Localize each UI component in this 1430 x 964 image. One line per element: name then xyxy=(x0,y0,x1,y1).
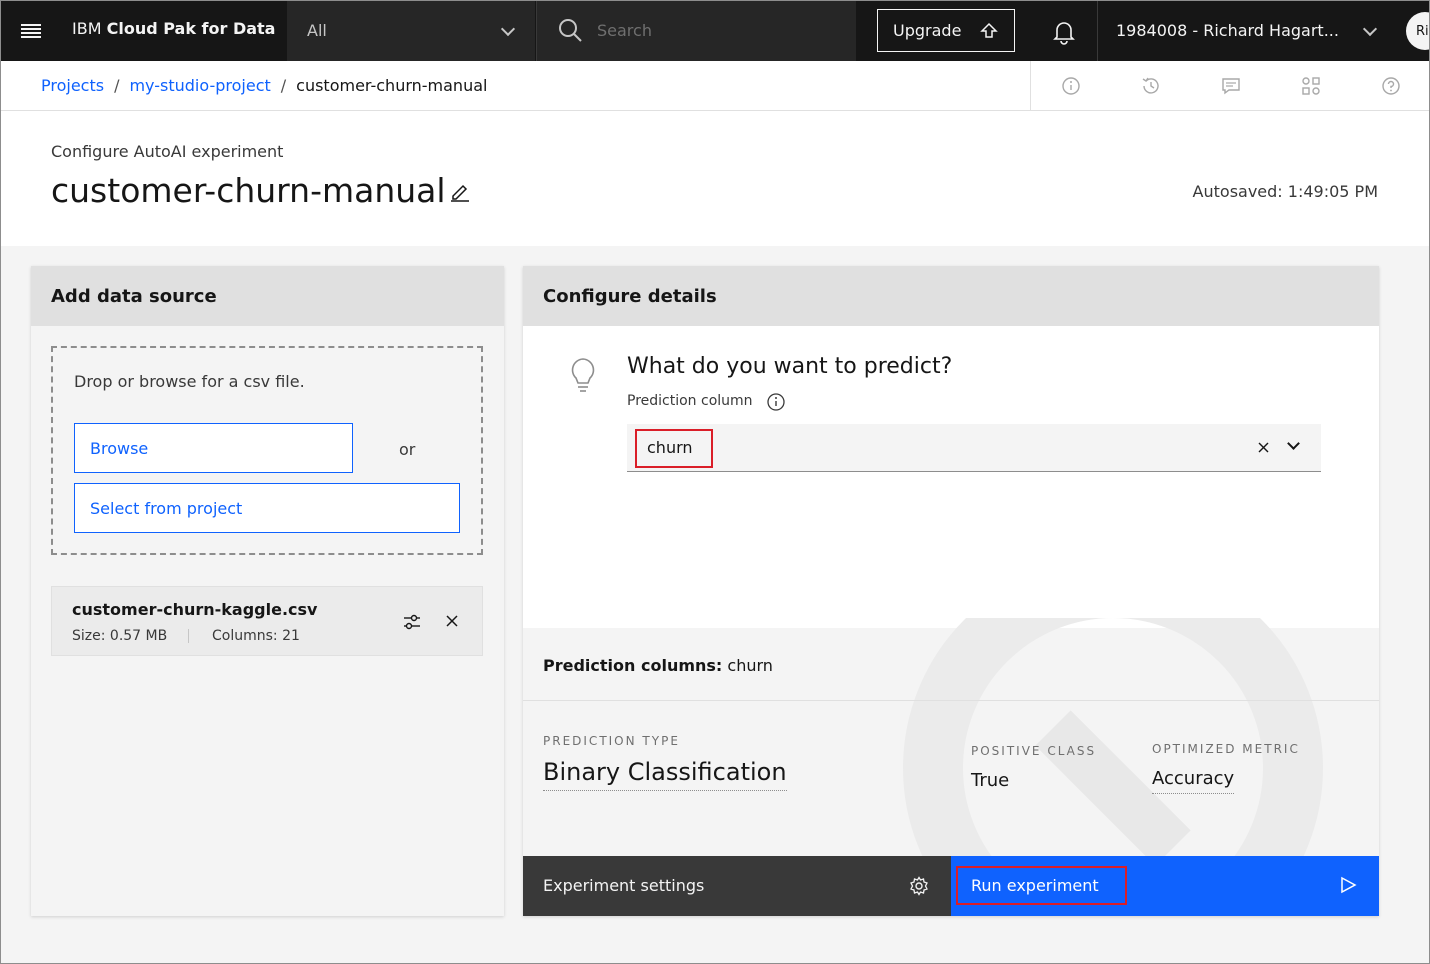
gear-icon xyxy=(910,876,928,896)
close-icon[interactable] xyxy=(445,614,459,628)
configure-details-panel: Configure details What do you want to pr… xyxy=(523,266,1379,916)
breadcrumb-separator: / xyxy=(280,76,287,95)
browse-button[interactable]: Browse xyxy=(74,423,353,473)
page-title: customer-churn-manual xyxy=(51,171,446,210)
lightbulb-icon xyxy=(571,358,595,392)
annotation-highlight xyxy=(635,429,713,468)
upgrade-button[interactable]: Upgrade xyxy=(877,9,1015,52)
notification-bell-icon[interactable] xyxy=(1050,18,1078,46)
account-label: 1984008 - Richard Hagart... xyxy=(1116,21,1339,40)
chevron-down-icon xyxy=(500,21,516,37)
product-name[interactable]: IBM Cloud Pak for Data xyxy=(72,19,275,38)
comment-icon[interactable] xyxy=(1220,75,1242,97)
breadcrumb-current: customer-churn-manual xyxy=(296,76,488,95)
search-input[interactable]: Search xyxy=(597,21,652,40)
prediction-type-label: PREDICTION TYPE xyxy=(543,734,680,748)
file-name: customer-churn-kaggle.csv xyxy=(72,600,318,619)
file-columns: Columns: 21 xyxy=(212,628,300,644)
prediction-columns-summary: Prediction columns: churn xyxy=(543,656,773,675)
data-file-card: customer-churn-kaggle.csv Size: 0.57 MB … xyxy=(51,586,483,656)
experiment-settings-button[interactable]: Experiment settings xyxy=(523,856,951,916)
breadcrumb-projects[interactable]: Projects xyxy=(41,76,104,95)
chevron-down-icon[interactable] xyxy=(1287,437,1300,450)
global-search[interactable]: Search xyxy=(536,0,856,61)
summary-value: churn xyxy=(722,656,773,675)
upgrade-button-label: Upgrade xyxy=(893,21,962,40)
breadcrumb-bar: Projects / my-studio-project / customer-chur… xyxy=(0,61,1430,111)
prediction-column-label: Prediction column xyxy=(627,393,753,409)
info-icon[interactable] xyxy=(1060,75,1082,97)
data-source-heading: Add data source xyxy=(31,266,504,326)
autosave-status: Autosaved: 1:49:05 PM xyxy=(1192,182,1378,201)
upgrade-arrow-icon xyxy=(980,22,998,38)
avatar[interactable]: Ri xyxy=(1406,12,1430,50)
data-source-panel: Add data source Drop or browse for a csv… xyxy=(31,266,504,916)
chevron-down-icon xyxy=(1362,21,1378,37)
breadcrumb-project[interactable]: my-studio-project xyxy=(129,76,270,95)
play-icon xyxy=(1341,876,1357,894)
page-header: Configure AutoAI experiment customer-chu… xyxy=(0,111,1430,246)
prediction-type-value[interactable]: Binary Classification xyxy=(543,758,787,791)
top-navigation-bar: IBM Cloud Pak for Data All Search Upgrad… xyxy=(0,0,1430,61)
scope-dropdown-label: All xyxy=(307,21,327,40)
file-size: Size: 0.57 MB xyxy=(72,628,168,644)
optimized-metric-value[interactable]: Accuracy xyxy=(1152,768,1235,794)
page-subtitle: Configure AutoAI experiment xyxy=(51,142,284,161)
experiment-settings-label: Experiment settings xyxy=(543,876,705,895)
prediction-column-select[interactable]: churn xyxy=(627,424,1321,472)
annotation-highlight xyxy=(956,866,1127,905)
file-dropzone[interactable]: Drop or browse for a csv file. Browse or… xyxy=(51,346,483,555)
breadcrumb-separator: / xyxy=(114,76,120,95)
dropzone-text: Drop or browse for a csv file. xyxy=(74,372,305,391)
project-toolbar xyxy=(1030,61,1430,111)
configure-details-heading: Configure details xyxy=(523,266,1379,326)
positive-class-label: POSITIVE CLASS xyxy=(971,744,1097,758)
edit-icon[interactable] xyxy=(448,179,472,203)
menu-icon[interactable] xyxy=(0,0,62,61)
divider xyxy=(188,629,189,643)
assets-icon[interactable] xyxy=(1300,75,1322,97)
search-icon xyxy=(559,19,582,42)
experiment-summary: Prediction columns: churn PREDICTION TYP… xyxy=(523,618,1379,878)
history-icon[interactable] xyxy=(1140,75,1162,97)
help-icon[interactable] xyxy=(1380,75,1402,97)
prediction-question: What do you want to predict? xyxy=(627,354,953,379)
divider xyxy=(523,700,1379,701)
info-icon[interactable] xyxy=(766,392,786,412)
or-label: or xyxy=(399,440,416,459)
settings-adjust-icon[interactable] xyxy=(402,612,422,632)
select-from-project-button[interactable]: Select from project xyxy=(74,483,460,533)
account-switcher[interactable]: 1984008 - Richard Hagart... xyxy=(1097,0,1397,61)
breadcrumb: Projects / my-studio-project / customer-chur… xyxy=(41,76,487,95)
scope-dropdown[interactable]: All xyxy=(287,0,535,61)
summary-label: Prediction columns: xyxy=(543,656,723,675)
optimized-metric-label: OPTIMIZED METRIC xyxy=(1152,742,1300,756)
positive-class-value: True xyxy=(971,770,1010,791)
close-icon[interactable] xyxy=(1257,441,1270,454)
